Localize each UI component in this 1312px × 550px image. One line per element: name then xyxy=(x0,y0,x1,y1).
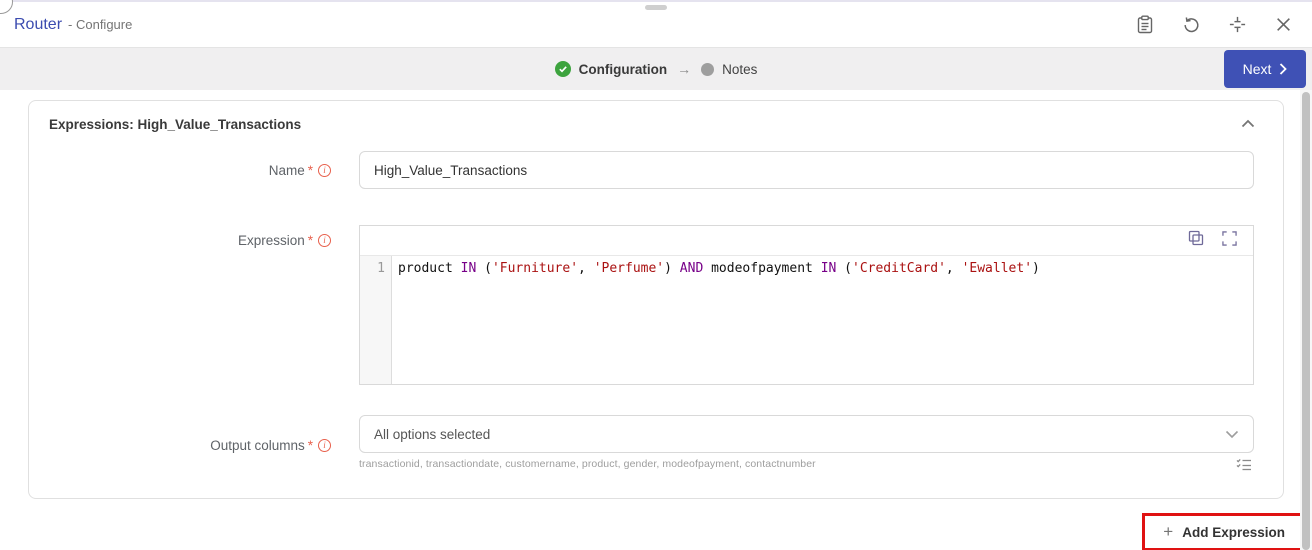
drag-handle[interactable] xyxy=(645,5,667,10)
info-icon[interactable]: i xyxy=(318,234,331,247)
add-expression-button[interactable]: + Add Expression xyxy=(1145,516,1303,548)
checklist-icon[interactable] xyxy=(1236,458,1252,476)
step-configuration[interactable]: Configuration xyxy=(579,62,667,77)
name-input[interactable] xyxy=(359,151,1254,189)
copy-icon[interactable] xyxy=(1188,230,1204,251)
panel-header: Expressions: High_Value_Transactions xyxy=(29,101,1283,133)
required-asterisk: * xyxy=(308,233,313,248)
close-icon[interactable] xyxy=(1272,14,1294,36)
line-number: 1 xyxy=(377,261,385,276)
step-notes[interactable]: Notes xyxy=(722,62,757,77)
select-value: All options selected xyxy=(374,427,490,442)
panel-title: Expressions: High_Value_Transactions xyxy=(49,117,301,132)
stepper: Configuration → Notes xyxy=(0,48,1312,90)
output-columns-select[interactable]: All options selected xyxy=(359,415,1254,453)
expression-editor[interactable]: 1 product IN ('Furniture', 'Perfume') AN… xyxy=(359,225,1254,385)
collapse-panel-icon[interactable] xyxy=(1241,115,1255,133)
output-columns-row: Output columns*i All options selected tr… xyxy=(29,415,1283,476)
editor-gutter: 1 xyxy=(360,256,392,384)
code-line[interactable]: product IN ('Furniture', 'Perfume') AND … xyxy=(392,256,1253,384)
scrollbar-thumb[interactable] xyxy=(1302,92,1310,550)
plus-icon: + xyxy=(1163,522,1173,542)
info-icon[interactable]: i xyxy=(318,439,331,452)
editor-toolbar xyxy=(360,226,1253,256)
required-asterisk: * xyxy=(308,163,313,178)
chevron-down-icon xyxy=(1225,430,1239,439)
compress-icon[interactable] xyxy=(1226,14,1248,36)
next-button[interactable]: Next xyxy=(1224,50,1306,88)
stepper-bar: Configuration → Notes Next xyxy=(0,48,1312,90)
output-columns-label: Output columns*i xyxy=(29,438,331,453)
header-icon-group xyxy=(1134,14,1296,36)
fullscreen-icon[interactable] xyxy=(1222,231,1237,251)
expressions-panel: Expressions: High_Value_Transactions Nam… xyxy=(28,100,1284,499)
step-pending-dot-icon xyxy=(701,63,714,76)
notes-icon[interactable] xyxy=(1134,14,1156,36)
annotation-highlight: + Add Expression xyxy=(1142,513,1306,550)
add-expression-label: Add Expression xyxy=(1182,525,1285,540)
step-arrow: → xyxy=(675,61,693,77)
expression-label: Expression*i xyxy=(29,233,331,248)
helper-row: transactionid, transactiondate, customer… xyxy=(359,458,1254,476)
name-label: Name*i xyxy=(29,163,331,178)
dialog-subtitle: - Configure xyxy=(68,17,132,32)
editor-body[interactable]: 1 product IN ('Furniture', 'Perfume') AN… xyxy=(360,256,1253,384)
chevron-right-icon xyxy=(1279,63,1287,75)
next-button-label: Next xyxy=(1243,61,1272,77)
columns-helper-text: transactionid, transactiondate, customer… xyxy=(359,458,816,470)
required-asterisk: * xyxy=(308,438,313,453)
vertical-scrollbar[interactable] xyxy=(1300,90,1312,550)
dialog-title-group: Router - Configure xyxy=(14,16,132,34)
step-complete-check-icon xyxy=(555,61,571,77)
reset-icon[interactable] xyxy=(1180,14,1202,36)
info-icon[interactable]: i xyxy=(318,164,331,177)
expression-row: Expression*i 1 xyxy=(29,225,1283,385)
name-row: Name*i xyxy=(29,151,1283,189)
dialog-title: Router xyxy=(14,16,62,34)
